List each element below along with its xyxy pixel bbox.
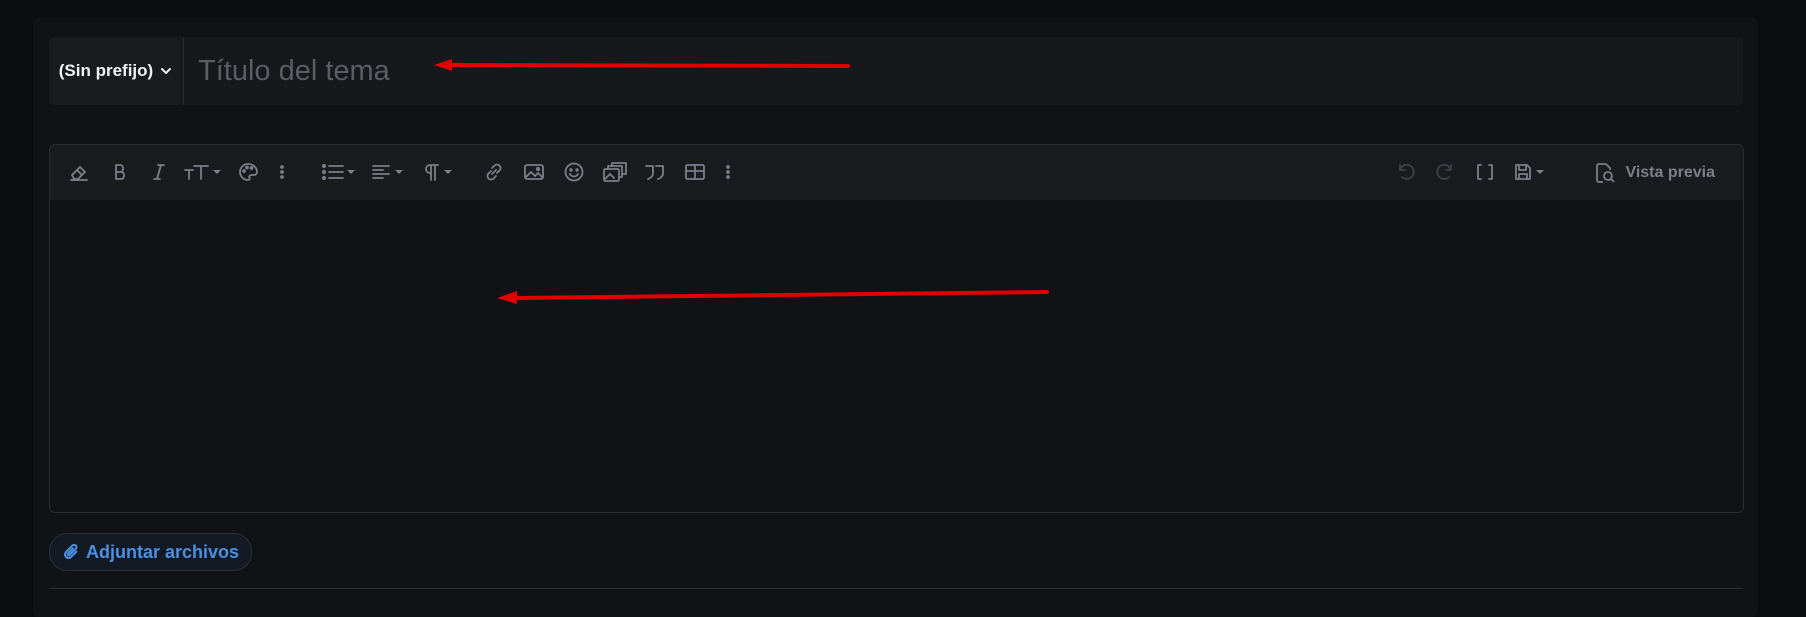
quote-icon[interactable]	[643, 159, 667, 185]
italic-icon[interactable]	[150, 159, 168, 185]
attach-files-button[interactable]: Adjuntar archivos	[49, 533, 253, 571]
paragraph-icon[interactable]	[422, 159, 452, 185]
table-icon[interactable]	[684, 159, 706, 185]
undo-icon[interactable]	[1395, 159, 1417, 185]
list-icon[interactable]	[321, 159, 355, 185]
title-row: (Sin prefijo)	[49, 37, 1743, 105]
preview-button[interactable]: Vista previa	[1593, 159, 1715, 187]
chevron-down-icon	[161, 68, 172, 74]
paperclip-icon	[63, 543, 78, 560]
image-icon[interactable]	[523, 159, 545, 185]
preview-label: Vista previa	[1625, 164, 1715, 181]
rich-text-editor: Vista previa	[49, 144, 1744, 513]
bold-icon[interactable]	[111, 159, 129, 185]
font-size-icon[interactable]	[183, 159, 221, 185]
palette-icon[interactable]	[237, 159, 259, 185]
annotation-arrow-editor	[497, 290, 1049, 304]
preview-icon	[1596, 163, 1616, 183]
thread-title-input[interactable]	[184, 37, 1743, 105]
media-gallery-icon[interactable]	[602, 159, 628, 185]
prefix-select-label: (Sin prefijo)	[58, 61, 154, 80]
more-vertical-icon[interactable]	[278, 159, 286, 185]
editor-content-area[interactable]	[50, 200, 1743, 512]
prefix-select[interactable]: (Sin prefijo)	[49, 37, 184, 105]
link-icon[interactable]	[483, 159, 505, 185]
emoji-icon[interactable]	[563, 159, 585, 185]
divider	[49, 588, 1743, 589]
more-vertical-icon[interactable]	[724, 159, 732, 185]
eraser-icon[interactable]	[68, 159, 90, 185]
attach-files-label: Adjuntar archivos	[86, 541, 240, 562]
save-draft-icon[interactable]	[1512, 159, 1544, 185]
align-icon[interactable]	[371, 159, 403, 185]
annotation-arrow-title	[434, 59, 850, 71]
bbcode-brackets-icon[interactable]	[1474, 159, 1496, 185]
redo-icon[interactable]	[1434, 159, 1456, 185]
editor-toolbar: Vista previa	[50, 145, 1743, 200]
